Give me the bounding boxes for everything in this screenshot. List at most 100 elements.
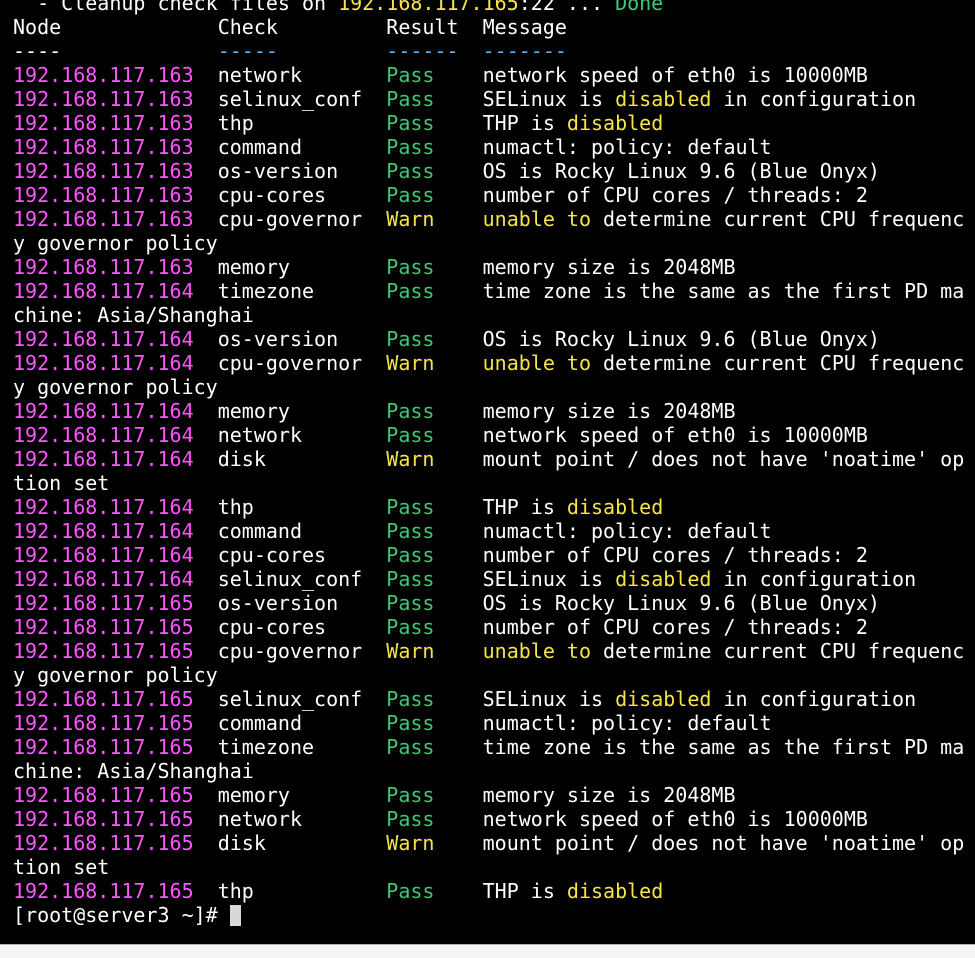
terminal-text-segment: 192.168.117.164 [13, 423, 194, 447]
terminal-text-segment: ------- [482, 39, 567, 63]
terminal-text-segment: Pass [386, 183, 435, 207]
terminal-window[interactable]: - Cleanup check files on 192.168.117.165… [0, 0, 975, 944]
table-row: 192.168.117.165 disk Warn mount point / … [13, 831, 975, 855]
table-row: 192.168.117.164 command Pass numactl: po… [13, 519, 975, 543]
terminal-text-segment: os-version [193, 159, 387, 183]
terminal-text-segment: selinux_conf [193, 567, 387, 591]
terminal-text-segment: 192.168.117.163 [13, 159, 194, 183]
terminal-text-segment: determine current CPU frequenc [591, 639, 965, 663]
terminal-text-segment: ------ [386, 39, 459, 63]
terminal-text-segment: disabled [566, 111, 664, 135]
text-cursor [229, 905, 241, 926]
terminal-text-segment: THP is [434, 879, 567, 903]
table-row: 192.168.117.165 thp Pass THP is disabled [13, 879, 975, 903]
terminal-text-segment: Pass [386, 279, 435, 303]
terminal-text-segment: 192.168.117.164 [13, 351, 194, 375]
table-row: 192.168.117.165 timezone Pass time zone … [13, 735, 975, 759]
terminal-text-segment: Pass [386, 111, 435, 135]
terminal-text-segment: disabled [615, 87, 712, 111]
terminal-text-segment: 192.168.117.163 [13, 183, 194, 207]
terminal-text-segment: 192.168.117.165 [13, 639, 194, 663]
terminal-text-segment: Pass [386, 711, 435, 735]
terminal-text-segment: chine: Asia/Shanghai [13, 303, 254, 327]
terminal-text-segment: Done [615, 0, 664, 15]
terminal-text-segment: 192.168.117.164 [13, 399, 194, 423]
terminal-text-segment: thp [193, 111, 387, 135]
table-row: 192.168.117.165 network Pass network spe… [13, 807, 975, 831]
terminal-text-segment: in configuration [711, 87, 917, 111]
table-row: 192.168.117.163 cpu-governor Warn unable… [13, 207, 975, 231]
table-row: 192.168.117.163 selinux_conf Pass SELinu… [13, 87, 975, 111]
terminal-text-segment: cpu-cores [193, 543, 387, 567]
table-row: 192.168.117.164 timezone Pass time zone … [13, 279, 975, 303]
terminal-output: - Cleanup check files on 192.168.117.165… [13, 0, 975, 927]
table-row: chine: Asia/Shanghai [13, 303, 975, 327]
terminal-text-segment: tion set [13, 855, 110, 879]
terminal-text-segment: selinux_conf [193, 687, 387, 711]
terminal-text-segment: memory size is 2048MB [434, 399, 736, 423]
terminal-text-segment: Pass [386, 879, 435, 903]
terminal-text-segment: 192.168.117.165 [13, 735, 194, 759]
terminal-text-segment: Warn [386, 207, 435, 231]
table-row: 192.168.117.165 memory Pass memory size … [13, 783, 975, 807]
table-row: tion set [13, 471, 975, 495]
terminal-text-segment: 192.168.117.163 [13, 135, 194, 159]
terminal-text-segment: number of CPU cores / threads: 2 [434, 615, 868, 639]
terminal-text-segment: determine current CPU frequenc [591, 351, 965, 375]
shell-prompt: [root@server3 ~]# [13, 903, 975, 927]
terminal-text-segment: Pass [386, 615, 435, 639]
terminal-text-segment: disabled [566, 495, 664, 519]
terminal-text-segment: cpu-cores [193, 615, 387, 639]
terminal-text-segment: thp [193, 495, 387, 519]
terminal-text-segment: 192.168.117.165 [13, 687, 194, 711]
terminal-text-segment: chine: Asia/Shanghai [13, 759, 254, 783]
terminal-text-segment: mount point / does not have 'noatime' op [434, 831, 965, 855]
terminal-text-segment: disabled [615, 687, 712, 711]
terminal-text-segment: mount point / does not have 'noatime' op [434, 447, 965, 471]
table-row: 192.168.117.164 selinux_conf Pass SELinu… [13, 567, 975, 591]
terminal-text-segment: 192.168.117.165 [13, 831, 194, 855]
terminal-text-segment: network speed of eth0 is 10000MB [434, 423, 868, 447]
terminal-text-segment: 192.168.117.164 [13, 327, 194, 351]
terminal-text-segment: Pass [386, 399, 435, 423]
table-row: 192.168.117.163 cpu-cores Pass number of… [13, 183, 975, 207]
terminal-text-segment: Pass [386, 159, 435, 183]
table-row: 192.168.117.163 network Pass network spe… [13, 63, 975, 87]
terminal-text-segment: 192.168.117.165 [13, 807, 194, 831]
terminal-text-segment: SELinux is [434, 87, 616, 111]
terminal-text-segment: Pass [386, 255, 435, 279]
terminal-text-segment: os-version [193, 591, 387, 615]
terminal-text-segment: thp [193, 879, 387, 903]
terminal-text-segment: Pass [386, 807, 435, 831]
terminal-text-segment: memory [193, 255, 387, 279]
terminal-text-segment: THP is [434, 111, 567, 135]
terminal-text-segment: Pass [386, 543, 435, 567]
terminal-text-segment: unable to [482, 207, 591, 231]
terminal-text-segment: 192.168.117.165 [13, 615, 194, 639]
terminal-text-segment: disk [193, 447, 387, 471]
terminal-text-segment: y governor policy [13, 231, 218, 255]
table-row: 192.168.117.163 memory Pass memory size … [13, 255, 975, 279]
terminal-text-segment: Pass [386, 591, 435, 615]
terminal-text-segment: ---- [13, 39, 218, 63]
terminal-text-segment: number of CPU cores / threads: 2 [434, 183, 868, 207]
bottom-status-strip [0, 944, 975, 958]
table-row: 192.168.117.163 command Pass numactl: po… [13, 135, 975, 159]
terminal-text-segment: Pass [386, 63, 435, 87]
terminal-text-segment: memory size is 2048MB [434, 255, 736, 279]
terminal-text-segment: 192.168.117.165 [338, 0, 519, 15]
terminal-text-segment: os-version [193, 327, 387, 351]
terminal-text-segment: Pass [386, 567, 435, 591]
terminal-text-segment: tion set [13, 471, 110, 495]
table-row: 192.168.117.164 thp Pass THP is disabled [13, 495, 975, 519]
terminal-text-segment: Pass [386, 423, 435, 447]
table-header: Node Check Result Message [13, 15, 975, 39]
terminal-text-segment: 192.168.117.164 [13, 543, 194, 567]
terminal-text-segment: network [193, 63, 387, 87]
table-row: y governor policy [13, 231, 975, 255]
terminal-text-segment: 192.168.117.163 [13, 87, 194, 111]
terminal-text-segment: disk [193, 831, 387, 855]
